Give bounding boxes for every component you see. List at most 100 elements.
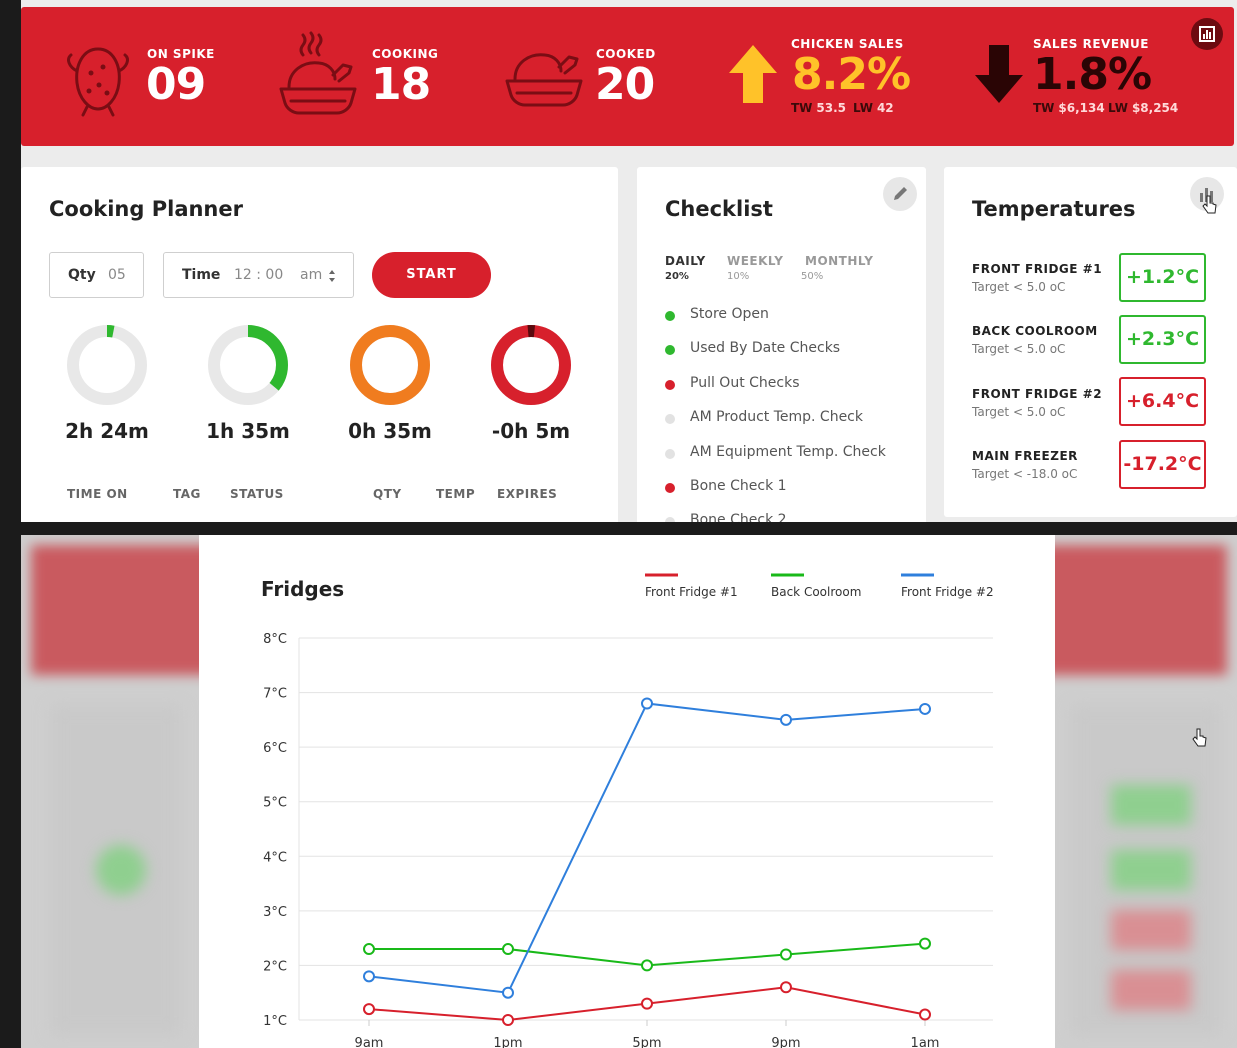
chicken-sales-tw: TW 53.5 <box>791 101 847 115</box>
time-field[interactable]: Time 12 : 00 am <box>163 252 354 298</box>
chicken-sales-value: 8.2% <box>792 49 911 100</box>
y-tick-label: 7°C <box>263 687 287 702</box>
tab-daily-pct: 20% <box>665 271 689 282</box>
data-point[interactable] <box>780 981 792 994</box>
x-tick-label: 9am <box>355 1036 384 1048</box>
status-dot <box>665 345 675 355</box>
hand-cursor-icon <box>1202 195 1217 214</box>
column-temp[interactable]: TEMP <box>436 487 475 501</box>
donut-time-4: -0h 5m <box>491 419 571 443</box>
tab-weekly-pct: 10% <box>727 271 750 282</box>
ampm-select[interactable]: am <box>300 267 322 283</box>
legend-label: Front Fridge #2 <box>901 585 994 599</box>
cooked-value: 20 <box>595 59 655 110</box>
checklist-panel: Checklist DAILY 20% WEEKLY 10% MONTHLY 5… <box>637 167 926 522</box>
banner-chart-button[interactable] <box>1191 18 1223 50</box>
cooked-chicken-icon <box>505 53 583 107</box>
temp-name-4: MAIN FREEZER <box>972 449 1078 463</box>
edit-checklist-button[interactable] <box>883 177 917 211</box>
donut-progress <box>350 325 430 405</box>
data-point[interactable] <box>502 986 514 999</box>
data-point[interactable] <box>919 702 931 715</box>
temp-name-3: FRONT FRIDGE #2 <box>972 387 1103 401</box>
dashboard-screenshot: ON SPIKE 09 COOKING 18 COOKED 20 CHICKEN… <box>21 0 1237 522</box>
data-point[interactable] <box>919 937 931 950</box>
blurred-reading <box>1111 970 1191 1010</box>
cooking-chicken-icon <box>279 31 357 115</box>
data-point[interactable] <box>641 697 653 710</box>
temp-reading-4[interactable]: -17.2°C <box>1119 440 1206 489</box>
chart-title: Fridges <box>261 577 344 601</box>
column-status[interactable]: STATUS <box>230 487 284 501</box>
data-point[interactable] <box>363 943 375 956</box>
time-label: Time <box>182 267 221 283</box>
y-tick-label: 1°C <box>263 1014 287 1029</box>
temp-reading-3[interactable]: +6.4°C <box>1119 377 1206 426</box>
tab-daily[interactable]: DAILY <box>665 254 706 268</box>
sales-revenue-lw: LW $8,254 <box>1108 101 1179 115</box>
data-point[interactable] <box>363 970 375 983</box>
checklist-title: Checklist <box>665 197 773 221</box>
arrow-up-icon <box>729 45 777 103</box>
cooking-planner-panel: Cooking Planner Qty 05 Time 12 : 00 am S… <box>21 167 618 522</box>
tab-weekly[interactable]: WEEKLY <box>727 254 783 268</box>
tab-monthly[interactable]: MONTHLY <box>805 254 873 268</box>
x-tick-label: 1am <box>911 1036 940 1048</box>
status-dot <box>665 311 675 321</box>
time-value: 12 : 00 <box>234 267 284 283</box>
column-qty[interactable]: QTY <box>373 487 402 501</box>
qty-field[interactable]: Qty 05 <box>49 252 144 298</box>
temp-target-2: Target < 5.0 oC <box>972 342 1066 356</box>
blurred-reading <box>1111 910 1191 950</box>
column-time-on[interactable]: TIME ON <box>67 487 128 501</box>
start-button[interactable]: START <box>372 252 491 298</box>
blurred-donut <box>96 845 146 895</box>
y-tick-label: 6°C <box>263 741 287 756</box>
y-tick-label: 5°C <box>263 796 287 811</box>
temp-reading-1[interactable]: +1.2°C <box>1119 253 1206 302</box>
data-point[interactable] <box>780 713 792 726</box>
donut-progress <box>491 325 571 405</box>
pencil-icon <box>894 187 907 200</box>
legend-label: Back Coolroom <box>771 585 861 599</box>
data-point[interactable] <box>919 1008 931 1021</box>
status-dot <box>665 414 675 424</box>
stats-banner: ON SPIKE 09 COOKING 18 COOKED 20 CHICKEN… <box>21 7 1234 146</box>
temperatures-panel: Temperatures FRONT FRIDGE #1 Target < 5.… <box>944 167 1237 517</box>
donut-time-2: 1h 35m <box>206 419 290 443</box>
temp-name-2: BACK COOLROOM <box>972 324 1098 338</box>
cooking-donuts <box>67 325 571 405</box>
donut-track <box>67 325 147 405</box>
fridges-line-chart: Fridges 1°C 2°C 3°C 4°C 5°C 6°C 7°C 8°C 9am 1pm 5pm… <box>261 573 994 1048</box>
cooking-value: 18 <box>371 59 431 110</box>
data-point[interactable] <box>363 1003 375 1016</box>
status-dot <box>665 517 675 522</box>
status-dot <box>665 483 675 493</box>
column-tag[interactable]: TAG <box>173 487 201 501</box>
data-point[interactable] <box>502 943 514 956</box>
qty-value: 05 <box>108 267 126 283</box>
donut-time-3: 0h 35m <box>348 419 432 443</box>
fridges-chart-card: Fridges 1°C 2°C 3°C 4°C 5°C 6°C 7°C 8°C 9am 1pm 5pm… <box>199 535 1055 1048</box>
donut-time-1: 2h 24m <box>65 419 149 443</box>
planner-title: Cooking Planner <box>49 197 243 221</box>
sales-revenue-value: 1.8% <box>1033 49 1152 100</box>
status-dot <box>665 380 675 390</box>
temp-target-1: Target < 5.0 oC <box>972 280 1066 294</box>
progress-donut <box>491 325 571 405</box>
status-dot <box>665 449 675 459</box>
data-point[interactable] <box>641 997 653 1010</box>
y-tick-label: 4°C <box>263 850 287 865</box>
data-point[interactable] <box>780 948 792 961</box>
temp-target-3: Target < 5.0 oC <box>972 405 1066 419</box>
x-tick-label: 1pm <box>493 1036 522 1048</box>
data-point[interactable] <box>641 959 653 972</box>
temp-reading-2[interactable]: +2.3°C <box>1119 315 1206 364</box>
on-spike-value: 09 <box>146 59 206 110</box>
fridges-chart-screenshot: Fridges 1°C 2°C 3°C 4°C 5°C 6°C 7°C 8°C 9am 1pm 5pm… <box>21 535 1237 1048</box>
data-point[interactable] <box>502 1014 514 1026</box>
progress-donut <box>208 325 288 405</box>
sales-revenue-tw: TW $6,134 <box>1033 101 1105 115</box>
legend-label: Front Fridge #1 <box>645 585 738 599</box>
column-expires[interactable]: EXPIRES <box>497 487 557 501</box>
